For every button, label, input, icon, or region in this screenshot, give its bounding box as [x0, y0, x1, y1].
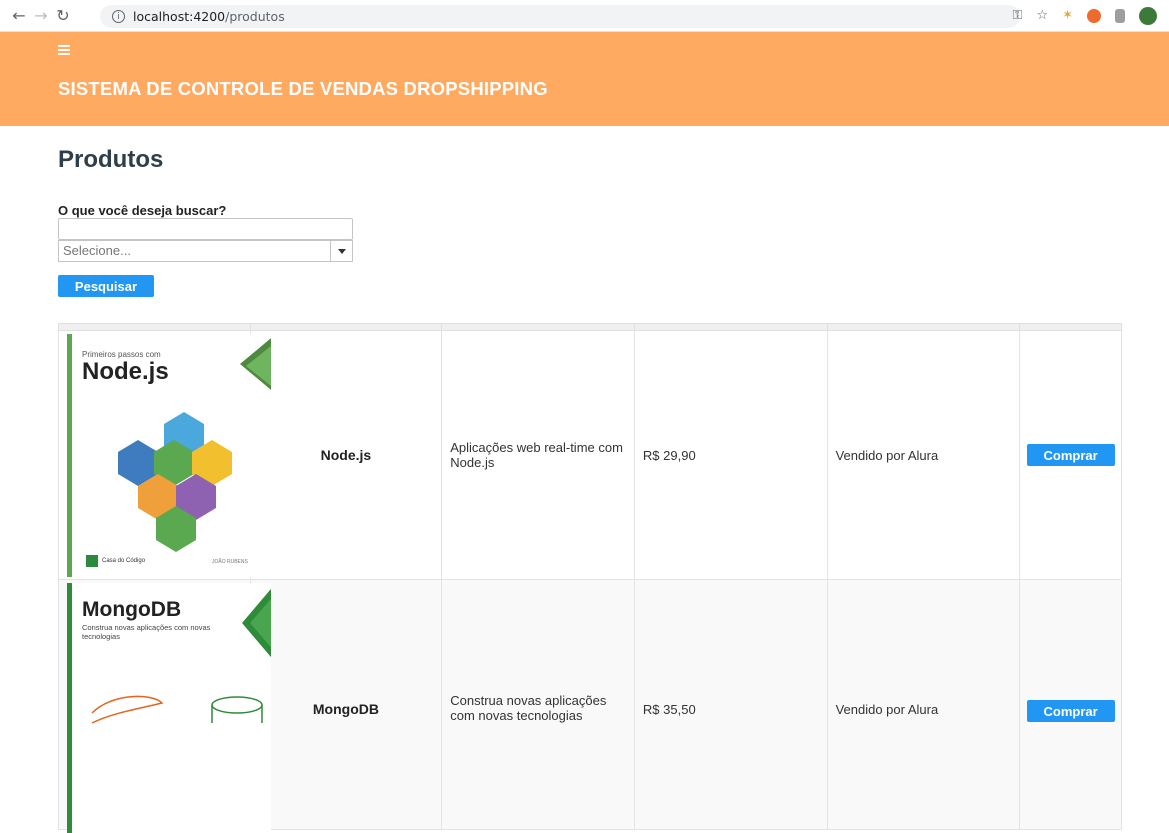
products-table: Primeiros passos com Node.js Casa do Cód… [58, 323, 1122, 833]
url-path: /produtos [225, 9, 285, 24]
product-description: Aplicações web real-time com Node.js [442, 331, 635, 579]
key-icon[interactable]: ⚿ [1013, 8, 1023, 23]
address-bar[interactable]: i localhost:4200/produtos [100, 5, 1020, 28]
extension-red-icon[interactable] [1087, 8, 1101, 23]
buy-button[interactable]: Comprar [1026, 444, 1115, 466]
buy-button[interactable]: Comprar [1026, 700, 1115, 722]
action-cell: Comprar [1020, 331, 1121, 579]
select-placeholder: Selecione... [63, 243, 131, 258]
browser-toolbar: ← → ↻ i localhost:4200/produtos ⚿ ☆ ✶ [0, 0, 1169, 32]
extension-shield-icon[interactable] [1115, 8, 1125, 23]
product-cover-nodejs[interactable]: Primeiros passos com Node.js Casa do Cód… [67, 334, 271, 577]
app-title: SISTEMA DE CONTROLE DE VENDAS DROPSHIPPI… [58, 78, 548, 99]
forward-icon[interactable]: → [30, 5, 52, 27]
page-title: Produtos [58, 146, 164, 173]
cover-author: JOÃO RUBENS [212, 559, 248, 565]
table-header [58, 323, 1122, 331]
app-header: SISTEMA DE CONTROLE DE VENDAS DROPSHIPPI… [0, 32, 1169, 126]
table-row: MongoDB Construa novas aplicações com no… [58, 580, 1122, 833]
product-vendor: Vendido por Alura [828, 331, 1021, 579]
product-name: Node.js [251, 331, 443, 579]
product-name: MongoDB [251, 580, 443, 829]
product-vendor: Vendido por Alura [828, 580, 1021, 829]
search-label: O que você deseja buscar? [58, 203, 227, 218]
category-select[interactable]: Selecione... [58, 240, 353, 262]
action-cell: Comprar [1020, 580, 1121, 829]
product-price: R$ 35,50 [635, 580, 828, 829]
product-price: R$ 29,90 [635, 331, 828, 579]
bookmark-star-icon[interactable]: ☆ [1036, 8, 1048, 23]
publisher-logo: Casa do Código [86, 555, 145, 567]
back-icon[interactable]: ← [8, 5, 30, 27]
chevron-down-icon[interactable] [330, 241, 352, 261]
database-illustration [91, 588, 271, 724]
reload-icon[interactable]: ↻ [52, 5, 74, 27]
product-description: Construa novas aplicações com novas tecn… [442, 580, 635, 829]
product-image-cell: MongoDB Construa novas aplicações com no… [59, 580, 271, 833]
info-icon[interactable]: i [112, 10, 125, 23]
search-input[interactable] [58, 218, 353, 240]
search-button[interactable]: Pesquisar [58, 275, 154, 297]
profile-avatar-icon[interactable] [1139, 6, 1157, 25]
table-row: Primeiros passos com Node.js Casa do Cód… [58, 331, 1122, 580]
hexagon-illustration [118, 338, 271, 552]
extension-puzzle-icon[interactable]: ✶ [1062, 8, 1073, 23]
product-cover-mongodb[interactable]: MongoDB Construa novas aplicações com no… [67, 583, 271, 833]
url-host: localhost:4200 [133, 9, 226, 24]
menu-icon[interactable] [58, 45, 70, 57]
product-image-cell: Primeiros passos com Node.js Casa do Cód… [59, 331, 271, 579]
